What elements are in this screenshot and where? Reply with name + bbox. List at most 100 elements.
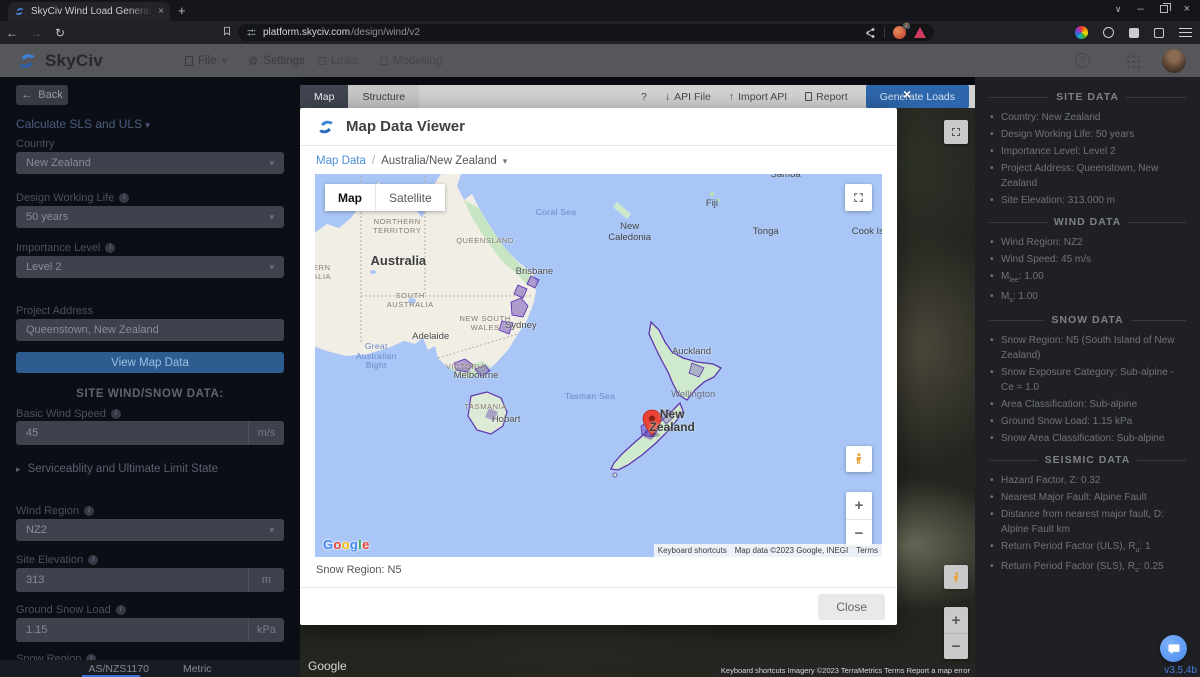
modelling-icon bbox=[380, 57, 388, 65]
browser-url-bar: ← → ↻ platform.skyciv.com /design/wind/v… bbox=[0, 21, 1200, 44]
apps-grid-icon[interactable] bbox=[1126, 54, 1140, 68]
code-tab[interactable]: AS/NZS1170 bbox=[88, 663, 149, 675]
file-menu[interactable]: File ∨ bbox=[185, 55, 227, 67]
attribution-item[interactable]: Map data ©2023 Google, INEGI bbox=[731, 544, 853, 557]
browser-tab[interactable]: SkyCiv Wind Load Generat × bbox=[8, 2, 170, 21]
breadcrumb-caret-icon[interactable]: ▾ bbox=[503, 156, 508, 167]
close-button[interactable]: Close bbox=[818, 594, 885, 620]
zoom-control: + − bbox=[846, 492, 872, 546]
bg-fullscreen-icon[interactable] bbox=[944, 120, 968, 144]
data-item: Design Working Life: 50 years bbox=[989, 127, 1186, 142]
tab-structure[interactable]: Structure bbox=[348, 85, 419, 108]
back-nav-icon[interactable]: ← bbox=[0, 26, 24, 40]
report-button[interactable]: Report bbox=[805, 91, 848, 103]
data-section: WIND DATAWind Region: NZ2Wind Speed: 45 … bbox=[989, 216, 1186, 306]
forward-nav-icon[interactable]: → bbox=[24, 26, 48, 40]
toolbar-help-icon[interactable]: ? bbox=[641, 91, 647, 103]
window-menu-chevron-icon[interactable]: ∨ bbox=[1115, 4, 1122, 15]
panel-icon[interactable] bbox=[1129, 28, 1139, 38]
report-label: Report bbox=[816, 91, 848, 103]
calc-mode-dropdown[interactable]: Calculate SLS and ULS ▾ bbox=[16, 117, 150, 131]
attribution-item[interactable]: Keyboard shortcuts bbox=[654, 544, 731, 557]
tab-group-icon[interactable] bbox=[1154, 28, 1164, 38]
ring-extension-icon[interactable] bbox=[1103, 27, 1114, 38]
sls-uls-toggle[interactable]: ▸ Serviceablity and Ultimate Limit State bbox=[16, 463, 218, 475]
info-icon[interactable] bbox=[119, 193, 129, 203]
calc-mode-caret-icon: ▾ bbox=[145, 120, 150, 130]
map-type-map-button[interactable]: Map bbox=[325, 184, 375, 211]
bg-zoom-out-icon[interactable]: − bbox=[944, 633, 968, 659]
zoom-in-icon[interactable]: + bbox=[846, 492, 872, 519]
skyciv-logo[interactable]: SkyCiv bbox=[16, 50, 103, 72]
modal-logo-icon bbox=[316, 117, 336, 137]
sidebar-footer: AS/NZS1170 Metric bbox=[0, 660, 300, 677]
tab-close-icon[interactable]: × bbox=[158, 6, 164, 17]
api-file-button[interactable]: ↓ API File bbox=[665, 91, 711, 103]
tab-map[interactable]: Map bbox=[300, 85, 348, 108]
country-select[interactable]: New Zealand ▾ bbox=[16, 152, 284, 174]
zoom-out-icon[interactable]: − bbox=[846, 519, 872, 546]
section-title-text: SNOW DATA bbox=[1051, 314, 1123, 326]
url-field[interactable]: platform.skyciv.com /design/wind/v2 2 bbox=[238, 24, 934, 41]
file-icon bbox=[185, 56, 193, 66]
browser-action-icons bbox=[1075, 26, 1192, 39]
importance-select[interactable]: Level 2 ▾ bbox=[16, 256, 284, 278]
data-list: Country: New ZealandDesign Working Life:… bbox=[989, 110, 1186, 208]
chat-bubble-icon[interactable] bbox=[1160, 635, 1187, 662]
map-type-satellite-button[interactable]: Satellite bbox=[375, 184, 445, 211]
tune-icon[interactable] bbox=[246, 27, 257, 38]
new-tab-button[interactable]: + bbox=[178, 3, 186, 18]
wind-region-select[interactable]: NZ2 ▾ bbox=[16, 519, 284, 541]
snow-load-input[interactable] bbox=[16, 618, 284, 642]
section-title: SEISMIC DATA bbox=[989, 454, 1186, 466]
map-canvas[interactable]: SamoaFijiNewCaledoniaTongaCook IsCoral S… bbox=[315, 174, 882, 557]
address-input[interactable] bbox=[16, 319, 284, 341]
bookmark-icon[interactable] bbox=[222, 24, 232, 42]
info-icon[interactable] bbox=[116, 605, 126, 615]
elevation-input[interactable] bbox=[16, 568, 284, 592]
data-item: Wind Speed: 45 m/s bbox=[989, 252, 1186, 267]
info-icon[interactable] bbox=[84, 506, 94, 516]
info-icon[interactable] bbox=[88, 555, 98, 565]
map-type-control: Map Satellite bbox=[325, 184, 445, 211]
bg-pegman-icon[interactable] bbox=[944, 565, 968, 589]
minimize-icon[interactable]: – bbox=[1137, 3, 1143, 15]
top-strip bbox=[300, 77, 975, 85]
attribution-item[interactable]: Terms bbox=[852, 544, 882, 557]
avatar[interactable] bbox=[1162, 49, 1186, 73]
wind-speed-input[interactable] bbox=[16, 421, 284, 445]
units-tab[interactable]: Metric bbox=[183, 663, 212, 675]
generate-loads-button[interactable]: Generate Loads bbox=[866, 85, 969, 108]
extension-triangle-icon[interactable] bbox=[914, 27, 926, 38]
extension-icon[interactable]: 2 bbox=[893, 26, 906, 39]
wind-speed-unit: m/s bbox=[248, 421, 284, 445]
import-api-button[interactable]: ↑ Import API bbox=[729, 91, 787, 103]
pegman-icon[interactable] bbox=[846, 446, 872, 472]
app-header: SkyCiv File ∨ ⚙ Settings Links Modelling… bbox=[0, 44, 1200, 77]
color-wheel-extension-icon[interactable] bbox=[1075, 26, 1088, 39]
extension-badge: 2 bbox=[903, 23, 910, 29]
modal-close-icon[interactable]: × bbox=[903, 86, 911, 102]
share-icon[interactable] bbox=[864, 27, 876, 39]
download-icon: ↓ bbox=[665, 91, 670, 103]
window-close-icon[interactable]: × bbox=[1184, 3, 1190, 15]
dwl-select[interactable]: 50 years ▾ bbox=[16, 206, 284, 228]
back-button[interactable]: ← Back bbox=[16, 85, 68, 105]
restore-icon[interactable] bbox=[1160, 5, 1168, 13]
api-file-label: API File bbox=[674, 91, 711, 103]
section-title-text: SEISMIC DATA bbox=[1045, 454, 1131, 466]
bg-map-attribution: Keyboard shortcuts Imagery ©2023 TerraMe… bbox=[716, 664, 975, 677]
bg-zoom-in-icon[interactable]: + bbox=[944, 607, 968, 633]
settings-menu[interactable]: ⚙ Settings bbox=[248, 54, 305, 68]
dwl-value: 50 years bbox=[26, 211, 68, 223]
toolbar-actions: ? ↓ API File ↑ Import API Report Generat… bbox=[641, 85, 975, 108]
gear-icon: ⚙ bbox=[248, 54, 258, 68]
help-icon[interactable]: ? bbox=[1075, 53, 1090, 68]
breadcrumb-root[interactable]: Map Data bbox=[316, 155, 366, 167]
browser-menu-icon[interactable] bbox=[1179, 28, 1192, 37]
reload-icon[interactable]: ↻ bbox=[48, 26, 72, 40]
view-map-data-button[interactable]: View Map Data bbox=[16, 352, 284, 373]
info-icon[interactable] bbox=[105, 243, 115, 253]
info-icon[interactable] bbox=[111, 409, 121, 419]
fullscreen-icon[interactable] bbox=[845, 184, 872, 211]
